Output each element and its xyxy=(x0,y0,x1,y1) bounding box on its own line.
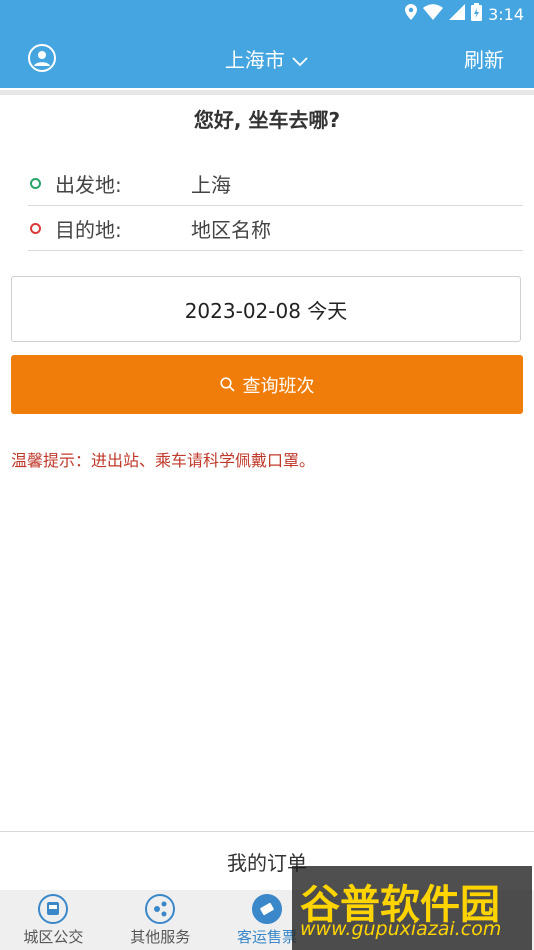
tip-text: 温馨提示：进出站、乘车请科学佩戴口罩。 xyxy=(11,451,316,470)
app-bar: 3:14 上海市 刷新 xyxy=(0,0,534,88)
nav-label-city-bus: 城区公交 xyxy=(23,928,84,946)
origin-value[interactable]: 上海 xyxy=(191,169,231,198)
origin-dot-icon xyxy=(30,177,41,189)
header: 上海市 刷新 xyxy=(0,28,534,88)
wifi-icon xyxy=(423,4,444,24)
watermark-url: www.gupuxiazai.com xyxy=(300,918,502,940)
refresh-button[interactable]: 刷新 xyxy=(464,44,504,73)
origin-row[interactable]: 出发地: 上海 xyxy=(28,161,523,206)
ticket-icon xyxy=(251,894,282,924)
share-icon xyxy=(145,894,176,924)
city-selector[interactable]: 上海市 xyxy=(0,44,534,73)
status-bar: 3:14 xyxy=(405,0,524,28)
date-picker[interactable]: 2023-02-08 今天 xyxy=(11,276,521,342)
bus-icon xyxy=(38,894,69,924)
chevron-down-icon xyxy=(291,48,309,72)
search-icon xyxy=(219,377,235,392)
origin-label: 出发地: xyxy=(55,172,122,197)
destination-label: 目的地: xyxy=(55,217,122,242)
greeting-title: 您好, 坐车去哪? xyxy=(193,108,341,132)
location-icon xyxy=(405,4,418,24)
destination-row[interactable]: 目的地: 地区名称 xyxy=(28,206,523,251)
destination-input[interactable]: 地区名称 xyxy=(191,214,271,243)
status-time: 3:14 xyxy=(488,4,524,24)
destination-dot-icon xyxy=(30,222,41,234)
battery-icon xyxy=(471,3,483,25)
watermark-logo: 谷普软件园 www.gupuxiazai.com xyxy=(292,866,532,950)
nav-label-other-services: 其他服务 xyxy=(130,928,191,946)
nav-item-other-services[interactable]: 其他服务 xyxy=(107,890,214,950)
city-name: 上海市 xyxy=(224,48,285,72)
nav-item-city-bus[interactable]: 城区公交 xyxy=(0,890,107,950)
search-button[interactable]: 查询班次 xyxy=(11,355,523,414)
divider xyxy=(0,90,534,95)
signal-icon xyxy=(449,4,466,24)
search-button-label: 查询班次 xyxy=(242,375,315,397)
